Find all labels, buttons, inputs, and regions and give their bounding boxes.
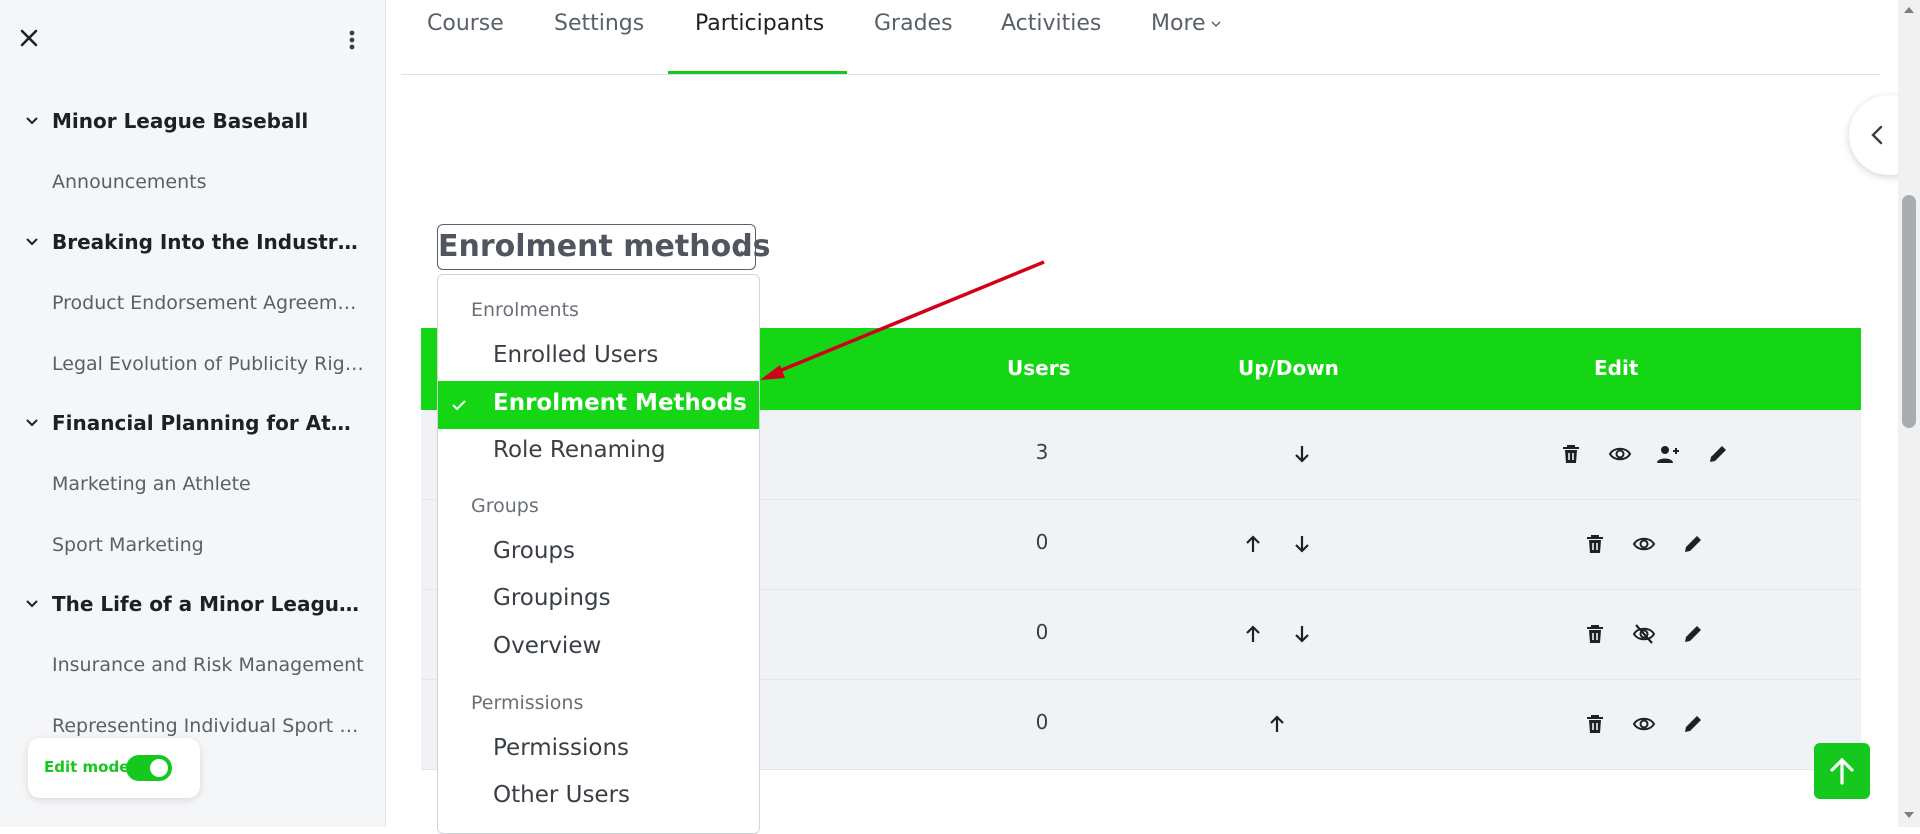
tab-grades[interactable]: Grades: [874, 0, 953, 74]
sidebar-link[interactable]: Legal Evolution of Publicity Rights: [0, 343, 386, 383]
tab-more-label: More: [1151, 11, 1206, 36]
kebab-menu-icon[interactable]: [340, 26, 364, 54]
checkmark-icon: [452, 400, 466, 411]
menu-option-label: Enrolled Users: [493, 342, 659, 368]
sidebar-link-label: Representing Individual Sport Athletes: [52, 715, 364, 737]
sidebar-link-label: Marketing an Athlete: [52, 473, 251, 495]
move-up-icon[interactable]: [1241, 622, 1265, 646]
tab-more[interactable]: More: [1151, 0, 1222, 74]
enrol-user-icon[interactable]: [1656, 442, 1680, 466]
chevron-down-icon: [740, 250, 750, 257]
sidebar-link[interactable]: Product Endorsement Agreements: [0, 282, 386, 322]
course-index-sidebar: Minor League Baseball Announcements Brea…: [0, 0, 386, 827]
sidebar-link-label: Sport Marketing: [52, 534, 204, 556]
toggle-knob: [150, 759, 168, 777]
move-down-icon[interactable]: [1290, 532, 1314, 556]
menu-option-permissions[interactable]: Permissions: [438, 726, 759, 774]
scroll-up-icon[interactable]: [1903, 4, 1915, 14]
edit-mode-panel: Edit mode: [28, 738, 200, 798]
delete-icon[interactable]: [1583, 622, 1607, 646]
back-to-top-button[interactable]: [1814, 743, 1870, 799]
sidebar-section[interactable]: Financial Planning for Athletes and Thei…: [0, 402, 386, 442]
menu-group-label: Permissions: [471, 692, 584, 714]
sidebar-link[interactable]: Sport Marketing: [0, 524, 386, 564]
users-count: 3: [1035, 440, 1049, 464]
menu-option-enrolment-methods[interactable]: Enrolment Methods: [438, 381, 759, 429]
visible-eye-icon[interactable]: [1608, 442, 1632, 466]
menu-option-groups[interactable]: Groups: [438, 529, 759, 577]
arrow-up-icon: [1830, 757, 1854, 785]
sidebar-link[interactable]: Insurance and Risk Management: [0, 644, 386, 684]
course-secondary-nav: Course Settings Participants Grades Acti…: [401, 0, 1880, 75]
active-tab-indicator: [668, 71, 847, 74]
tab-activities[interactable]: Activities: [1001, 0, 1101, 74]
users-count: 0: [1035, 530, 1049, 554]
edit-pencil-icon[interactable]: [1681, 622, 1705, 646]
header-users: Users: [1007, 356, 1071, 380]
menu-option-label: Permissions: [493, 735, 630, 761]
hidden-eye-slash-icon[interactable]: [1632, 622, 1656, 646]
scroll-down-icon[interactable]: [1903, 811, 1915, 821]
tab-course[interactable]: Course: [427, 0, 504, 74]
menu-option-label: Role Renaming: [493, 437, 666, 463]
chevron-down-icon[interactable]: [24, 595, 40, 611]
users-count: 0: [1035, 620, 1049, 644]
sidebar-section[interactable]: Minor League Baseball: [0, 100, 386, 140]
sidebar-section-label: Minor League Baseball: [52, 109, 309, 133]
chevron-down-icon[interactable]: [24, 414, 40, 430]
sidebar-link-label: Announcements: [52, 171, 207, 193]
sidebar-section[interactable]: Breaking Into the Industry and Understan…: [0, 221, 386, 261]
menu-option-groupings[interactable]: Groupings: [438, 576, 759, 624]
move-up-icon[interactable]: [1241, 532, 1265, 556]
menu-option-other-users[interactable]: Other Users: [438, 773, 759, 821]
chevron-left-icon: [1871, 125, 1883, 145]
sidebar-link[interactable]: Marketing an Athlete: [0, 463, 386, 503]
tab-participants[interactable]: Participants: [695, 0, 824, 74]
menu-option-label: Other Users: [493, 782, 631, 808]
tab-settings[interactable]: Settings: [554, 0, 644, 74]
sidebar-link-label: Insurance and Risk Management: [52, 654, 364, 676]
participants-page-select[interactable]: Enrolment methods: [437, 224, 771, 270]
sidebar-link-label: Product Endorsement Agreements: [52, 292, 364, 314]
edit-pencil-icon[interactable]: [1681, 712, 1705, 736]
scrollbar-thumb[interactable]: [1902, 195, 1916, 428]
sidebar-link-label: Legal Evolution of Publicity Rights: [52, 353, 364, 375]
close-icon[interactable]: [16, 25, 42, 51]
menu-option-enrolled-users[interactable]: Enrolled Users: [438, 333, 759, 381]
sidebar-section-label: Breaking Into the Industry and Understan…: [52, 230, 362, 254]
edit-mode-label: Edit mode: [44, 758, 130, 776]
menu-option-label: Groups: [493, 538, 576, 564]
menu-option-label: Groupings: [493, 585, 611, 611]
chevron-down-icon[interactable]: [24, 112, 40, 128]
move-up-icon[interactable]: [1265, 712, 1289, 736]
menu-option-label: Enrolment Methods: [493, 390, 747, 416]
sidebar-section-label: Financial Planning for Athletes and Thei…: [52, 411, 362, 435]
select-dropdown-menu: Enrolments Enrolled Users Enrolment Meth…: [437, 274, 760, 834]
menu-option-role-renaming[interactable]: Role Renaming: [438, 428, 759, 476]
users-count: 0: [1035, 710, 1049, 734]
visible-eye-icon[interactable]: [1632, 532, 1656, 556]
edit-pencil-icon[interactable]: [1681, 532, 1705, 556]
select-current-value: Enrolment methods: [438, 229, 771, 264]
menu-option-overview[interactable]: Overview: [438, 624, 759, 672]
menu-group-label: Enrolments: [471, 299, 579, 321]
chevron-down-icon: [1211, 21, 1221, 28]
header-updown: Up/Down: [1238, 356, 1339, 380]
delete-icon[interactable]: [1583, 532, 1607, 556]
delete-icon[interactable]: [1583, 712, 1607, 736]
move-down-icon[interactable]: [1290, 442, 1314, 466]
header-edit: Edit: [1594, 356, 1639, 380]
sidebar-section[interactable]: The Life of a Minor League Baseball Play…: [0, 583, 386, 623]
edit-pencil-icon[interactable]: [1706, 442, 1730, 466]
sidebar-link[interactable]: Announcements: [0, 161, 386, 201]
chevron-down-icon[interactable]: [24, 233, 40, 249]
page-scrollbar[interactable]: [1898, 0, 1920, 827]
visible-eye-icon[interactable]: [1632, 712, 1656, 736]
menu-option-label: Overview: [493, 633, 602, 659]
edit-mode-toggle[interactable]: [126, 755, 172, 781]
move-down-icon[interactable]: [1290, 622, 1314, 646]
delete-icon[interactable]: [1559, 442, 1583, 466]
menu-group-label: Groups: [471, 495, 539, 517]
sidebar-section-label: The Life of a Minor League Baseball Play…: [52, 592, 362, 616]
